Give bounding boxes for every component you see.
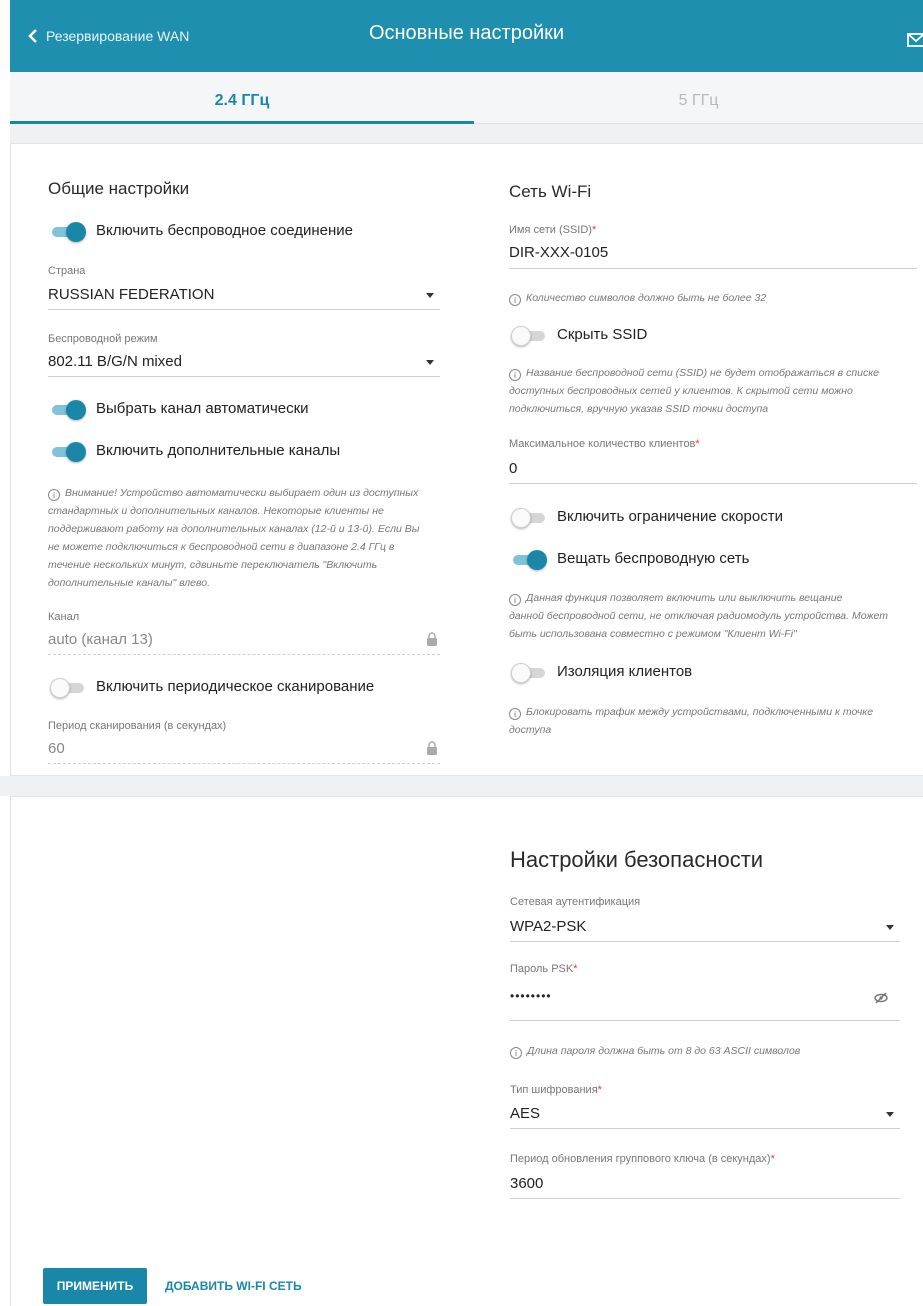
- ssid-input[interactable]: DIR-XXX-0105: [509, 239, 917, 269]
- country-select[interactable]: RUSSIAN FEDERATION: [48, 282, 440, 310]
- isolation-label: Изоляция клиентов: [557, 663, 693, 680]
- section-spacer: [0, 776, 923, 796]
- max-clients-input[interactable]: 0: [509, 454, 917, 484]
- rekey-input[interactable]: 3600: [510, 1169, 900, 1199]
- scan-period-value: 60: [48, 740, 65, 757]
- top-header: Резервирование WAN Основные настройки: [10, 0, 923, 72]
- tab-2-4ghz[interactable]: 2.4 ГГц: [10, 72, 474, 124]
- cipher-select[interactable]: AES: [510, 1099, 900, 1129]
- broadcast-toggle[interactable]: [511, 550, 547, 570]
- extra-channels-toggle[interactable]: [50, 442, 86, 462]
- info-icon: i: [48, 489, 60, 501]
- ssid-hint: i Количество символов должно быть не боле…: [509, 289, 919, 307]
- lock-icon: [427, 741, 437, 755]
- info-icon: i: [509, 369, 521, 381]
- mode-label: Беспроводной режим: [48, 333, 158, 345]
- broadcast-hint: i Данная функция позволяет включить или в…: [509, 592, 889, 640]
- psk-input[interactable]: ••••••••: [510, 979, 900, 1021]
- wireless-settings-card: Общие настройки Включить беспроводное со…: [10, 143, 923, 776]
- ssid-label: Имя сети (SSID)*: [509, 224, 597, 236]
- channel-value: auto (канал 13): [48, 631, 153, 648]
- eye-off-icon[interactable]: [874, 992, 888, 1004]
- apply-button[interactable]: ПРИМЕНИТЬ: [43, 1268, 147, 1304]
- psk-label: Пароль PSK*: [510, 963, 578, 975]
- extra-channels-warning: i Внимание! Устройство автоматически выби…: [48, 487, 420, 589]
- scan-period-label: Период сканирования (в секундах): [48, 720, 227, 732]
- country-label: Страна: [48, 265, 86, 277]
- wifi-network-title: Сеть Wi-Fi: [509, 182, 592, 201]
- cipher-label: Тип шифрования*: [510, 1084, 602, 1096]
- channel-label: Канал: [48, 611, 80, 623]
- chevron-down-icon: [886, 1112, 894, 1117]
- mail-icon[interactable]: [907, 33, 923, 47]
- security-column: Настройки безопасности Сетевая аутентифи…: [510, 797, 902, 1199]
- info-icon: i: [509, 294, 521, 306]
- isolation-hint: i Блокировать трафик между устройствами, …: [509, 706, 874, 736]
- rekey-value: 3600: [510, 1175, 544, 1192]
- scan-period-field: 60: [48, 736, 440, 764]
- isolation-toggle[interactable]: [511, 663, 547, 683]
- info-icon: i: [510, 1047, 522, 1059]
- psk-hint: i Длина пароля должна быть от 8 до 63 ASC…: [510, 1042, 900, 1060]
- tab-5ghz[interactable]: 5 ГГц: [474, 72, 923, 124]
- rekey-label: Период обновления группового ключа (в се…: [510, 1153, 775, 1165]
- wifi-network-column: Сеть Wi-Fi Имя сети (SSID)* DIR-XXX-0105…: [509, 144, 919, 777]
- chevron-down-icon: [886, 925, 894, 930]
- max-clients-value: 0: [509, 460, 518, 477]
- security-title: Настройки безопасности: [510, 847, 764, 872]
- chevron-down-icon: [426, 293, 434, 298]
- hide-ssid-label: Скрыть SSID: [557, 326, 648, 343]
- add-wifi-network-button[interactable]: ДОБАВИТЬ WI-FI СЕТЬ: [165, 1268, 302, 1304]
- general-settings-column: Общие настройки Включить беспроводное со…: [48, 144, 440, 777]
- tabs-spacer: [10, 124, 923, 144]
- hide-ssid-toggle[interactable]: [511, 326, 547, 346]
- periodic-scan-label: Включить периодическое сканирование: [96, 678, 375, 695]
- info-icon: i: [509, 594, 521, 606]
- chevron-down-icon: [426, 360, 434, 365]
- security-settings-card: Настройки безопасности Сетевая аутентифи…: [10, 796, 923, 1306]
- psk-value: ••••••••: [510, 989, 552, 1003]
- broadcast-label: Вещать беспроводную сеть: [557, 550, 750, 567]
- channel-field: auto (канал 13): [48, 627, 440, 655]
- cipher-value: AES: [510, 1105, 541, 1122]
- periodic-scan-toggle[interactable]: [50, 678, 86, 698]
- enable-wireless-label: Включить беспроводное соединение: [96, 222, 354, 239]
- ssid-value: DIR-XXX-0105: [509, 244, 609, 261]
- extra-channels-label: Включить дополнительные каналы: [96, 442, 341, 459]
- info-icon: i: [509, 708, 521, 720]
- hide-ssid-hint: i Название беспроводной сети (SSID) не бу…: [509, 367, 879, 415]
- rate-limit-label: Включить ограничение скорости: [557, 508, 783, 525]
- mode-select[interactable]: 802.11 B/G/N mixed: [48, 349, 440, 377]
- enable-wireless-toggle[interactable]: [50, 222, 86, 242]
- max-clients-label: Максимальное количество клиентов*: [509, 438, 700, 450]
- auto-channel-label: Выбрать канал автоматически: [96, 400, 309, 417]
- mode-value: 802.11 B/G/N mixed: [48, 353, 182, 370]
- auth-label: Сетевая аутентификация: [510, 896, 641, 908]
- general-settings-title: Общие настройки: [48, 179, 190, 198]
- auto-channel-toggle[interactable]: [50, 400, 86, 420]
- auth-select[interactable]: WPA2-PSK: [510, 912, 900, 942]
- auth-value: WPA2-PSK: [510, 918, 587, 935]
- country-value: RUSSIAN FEDERATION: [48, 286, 215, 303]
- page-title: Основные настройки: [368, 22, 565, 44]
- lock-icon: [427, 632, 437, 646]
- band-tabs: 2.4 ГГц 5 ГГц: [10, 72, 923, 124]
- rate-limit-toggle[interactable]: [511, 508, 547, 528]
